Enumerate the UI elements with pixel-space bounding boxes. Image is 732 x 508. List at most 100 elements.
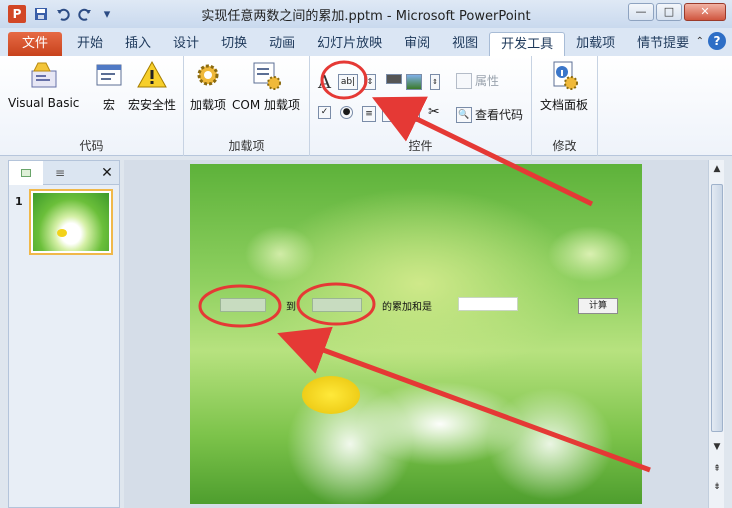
tab-right-icons: ⌃ ?	[696, 32, 726, 50]
macro-security-button[interactable]: 宏安全性	[128, 58, 176, 113]
customize-icon[interactable]: ▾	[98, 5, 116, 23]
view-code-button[interactable]: 🔍 查看代码	[456, 106, 523, 123]
visual-basic-icon	[27, 58, 61, 92]
document-panel-button[interactable]: 文档面板	[540, 58, 588, 113]
slides-tab-icon	[21, 169, 31, 177]
document-info-icon	[547, 58, 581, 92]
com-addins-icon	[249, 58, 283, 92]
addins-label: 加载项	[190, 98, 227, 112]
scroll-up-icon[interactable]: ▲	[710, 162, 724, 176]
option-button-control[interactable]: ●	[340, 106, 353, 119]
command-button-icon	[386, 74, 402, 84]
image-control[interactable]	[406, 74, 422, 90]
tab-slideshow[interactable]: 幻灯片放映	[306, 32, 393, 56]
command-button-control[interactable]	[386, 74, 402, 84]
toggle-button-control[interactable]: ▭	[406, 106, 420, 122]
addins-button[interactable]: 加载项	[190, 58, 226, 113]
ribbon-tabs: 文件 开始 插入 设计 切换 动画 幻灯片放映 审阅 视图 开发工具 加载项 情…	[0, 28, 732, 56]
listbox-icon: ≡	[362, 106, 376, 122]
redo-icon[interactable]	[76, 5, 94, 23]
image-control-icon	[406, 74, 422, 90]
vertical-scrollbar[interactable]: ▲ ▼ ⇞ ⇟	[708, 160, 724, 508]
slide-canvas[interactable]: 到 的累加和是 计算	[190, 164, 642, 504]
macros-button[interactable]: 宏	[92, 58, 126, 113]
tab-storyboard[interactable]: 情节提要	[626, 32, 700, 56]
help-icon[interactable]: ?	[708, 32, 726, 50]
textbox-control-icon: ab|	[338, 74, 358, 90]
result-textbox[interactable]	[458, 297, 518, 311]
tab-file[interactable]: 文件	[8, 32, 63, 56]
maximize-button[interactable]: □	[656, 3, 682, 21]
next-slide-icon[interactable]: ⇟	[710, 480, 724, 494]
slides-tab[interactable]	[9, 161, 43, 185]
close-button[interactable]: ✕	[684, 3, 726, 21]
scrollbar-control[interactable]: ⇕	[430, 74, 440, 90]
label-control-icon: A	[318, 72, 331, 93]
powerpoint-app-icon[interactable]: P	[8, 5, 26, 23]
group-addins-label: 加载项	[228, 139, 265, 153]
checkbox-icon: ✓	[318, 106, 331, 119]
previous-slide-icon[interactable]: ⇞	[710, 462, 724, 476]
radio-icon: ●	[340, 106, 353, 119]
slides-pane: ≡ ✕ 1	[8, 160, 120, 508]
slide-thumbnail[interactable]	[29, 189, 113, 255]
properties-icon	[456, 72, 472, 89]
outline-tab-icon: ≡	[54, 166, 66, 180]
view-code-label: 查看代码	[475, 108, 524, 122]
quick-access-toolbar: ▾	[32, 5, 116, 23]
close-pane-icon[interactable]: ✕	[95, 161, 119, 185]
tab-transitions[interactable]: 切换	[210, 32, 258, 56]
outline-tab[interactable]: ≡	[43, 161, 77, 185]
com-addins-button[interactable]: COM 加载项	[232, 58, 300, 113]
macro-security-label: 宏安全性	[128, 98, 177, 112]
scrollbar-icon: ⇕	[430, 74, 440, 90]
macros-label: 宏	[102, 98, 115, 112]
slides-pane-tabs: ≡ ✕	[9, 161, 119, 185]
tab-developer[interactable]: 开发工具	[489, 32, 566, 56]
sum-label: 的累加和是	[382, 302, 432, 313]
gear-icon	[191, 58, 225, 92]
spinbutton-control[interactable]: ⇕	[364, 74, 376, 90]
warning-icon	[135, 58, 169, 92]
title-bar: P ▾ 实现任意两数之间的累加.pptm - Microsoft PowerPo…	[0, 0, 732, 28]
more-controls[interactable]: ✂	[428, 104, 440, 120]
tools-icon: ✂	[428, 104, 440, 120]
tab-design[interactable]: 设计	[162, 32, 210, 56]
spin-button-icon: ⇕	[364, 74, 376, 90]
toggle-icon: ▭	[406, 106, 420, 122]
window-controls: — □ ✕	[628, 3, 726, 21]
tab-review[interactable]: 审阅	[393, 32, 441, 56]
textbox-control[interactable]: ab|	[338, 74, 358, 90]
calculate-button[interactable]: 计算	[578, 298, 618, 314]
view-code-icon: 🔍	[456, 106, 472, 123]
save-icon[interactable]	[32, 5, 50, 23]
slide-thumbnail-image	[33, 193, 109, 251]
scroll-thumb[interactable]	[711, 184, 723, 432]
ribbon: Visual Basic 宏 宏安全性 代码 加载项 COM 加载项 加载项 A…	[0, 56, 732, 156]
com-addins-label: COM 加载项	[232, 98, 300, 112]
properties-label: 属性	[475, 74, 500, 88]
combobox-control[interactable]: ▾	[382, 106, 400, 122]
tab-animations[interactable]: 动画	[258, 32, 306, 56]
tab-insert[interactable]: 插入	[114, 32, 162, 56]
tab-view[interactable]: 视图	[441, 32, 489, 56]
checkbox-control[interactable]: ✓	[318, 106, 331, 119]
group-controls-label: 控件	[408, 139, 433, 153]
end-number-textbox[interactable]	[312, 298, 362, 312]
label-control[interactable]: A	[318, 72, 331, 93]
tab-addins[interactable]: 加载项	[565, 32, 626, 56]
visual-basic-button[interactable]: Visual Basic	[8, 58, 79, 110]
scroll-down-icon[interactable]: ▼	[710, 440, 724, 454]
properties-button[interactable]: 属性	[456, 72, 499, 89]
minimize-button[interactable]: —	[628, 3, 654, 21]
tab-home[interactable]: 开始	[66, 32, 114, 56]
group-controls: A ab| ⇕ ⇕ 属性 ✓ ● ≡ ▾ ▭ ✂ 🔍 查看代码 控件	[310, 56, 532, 156]
group-modify: 文档面板 修改	[532, 56, 598, 156]
listbox-control[interactable]: ≡	[362, 106, 376, 122]
undo-icon[interactable]	[54, 5, 72, 23]
slide-editing-area: 到 的累加和是 计算	[124, 160, 708, 508]
to-label: 到	[286, 302, 296, 313]
start-number-textbox[interactable]	[220, 298, 266, 312]
combobox-icon: ▾	[382, 106, 400, 122]
minimize-ribbon-icon[interactable]: ⌃	[696, 36, 704, 47]
